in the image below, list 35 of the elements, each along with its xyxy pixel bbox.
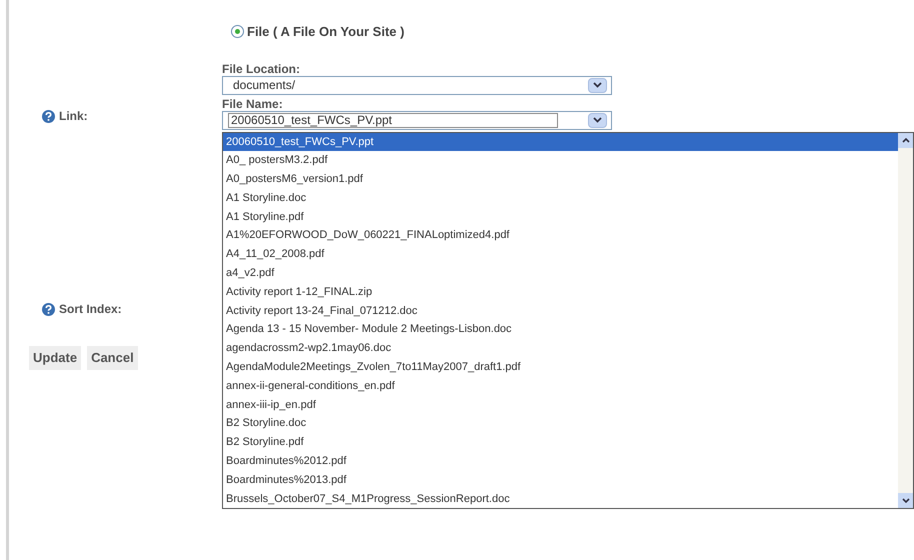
file-option[interactable]: A1%20EFORWOOD_DoW_060221_FINALoptimized4.pdf [223, 226, 898, 246]
file-option[interactable]: A0_ postersM3.2.pdf [223, 151, 898, 170]
cancel-button[interactable]: Cancel [87, 346, 138, 370]
help-icon [42, 302, 55, 316]
file-name-select[interactable]: 20060510_test_FWCs_PV.ppt [222, 110, 612, 130]
file-option[interactable]: agendacrossm2-wp2.1may06.doc [223, 339, 898, 358]
file-radio[interactable] [231, 25, 244, 38]
file-option[interactable]: annex-ii-general-conditions_en.pdf [223, 376, 898, 396]
file-option[interactable]: AgendaModule2Meetings_Zvolen_7to11May2007_draft1.pdf [223, 358, 898, 377]
scrollbar[interactable] [898, 132, 913, 508]
dropdown-arrow-icon [588, 112, 607, 128]
file-name-label: File Name: [222, 96, 284, 110]
file-option[interactable]: Activity report 13-24_Final_071212.doc [223, 302, 898, 320]
file-option[interactable]: annex-iii-ip_en.pdf [223, 396, 898, 414]
file-option[interactable]: A0_postersM6_version1.pdf [223, 170, 898, 189]
file-location-select[interactable]: documents/ [222, 76, 612, 94]
update-button[interactable]: Update [29, 346, 82, 370]
file-option[interactable]: Brussels_October07_S4_M1Progress_SessionReport.doc [223, 490, 898, 508]
file-option[interactable]: Boardminutes%2013.pdf [223, 470, 898, 490]
file-location-label: File Location: [222, 62, 301, 76]
sort-index-label: Sort Index: [59, 301, 122, 318]
file-option[interactable]: B2 Storyline.pdf [223, 433, 898, 452]
file-option[interactable]: A1 Storyline.doc [223, 188, 898, 208]
link-label: Link: [59, 108, 88, 125]
file-option[interactable]: Agenda 13 - 15 November- Module 2 Meetings-Lisbon.doc [223, 320, 898, 340]
help-icon [42, 110, 55, 122]
file-option[interactable]: Boardminutes%2012.pdf [223, 452, 898, 471]
file-option[interactable]: 20060510_test_FWCs_PV.ppt [223, 132, 898, 152]
file-option[interactable]: Activity report 1-12_FINAL.zip [223, 282, 898, 302]
file-option[interactable]: a4_v2.pdf [223, 264, 898, 283]
file-option[interactable]: A4_11_02_2008.pdf [223, 245, 898, 264]
file-option[interactable]: B2 Storyline.doc [223, 414, 898, 434]
file-option[interactable]: A1 Storyline.pdf [223, 208, 898, 226]
radio-label: File ( A File On Your Site ) [247, 23, 404, 41]
dropdown-arrow-icon [588, 78, 607, 92]
